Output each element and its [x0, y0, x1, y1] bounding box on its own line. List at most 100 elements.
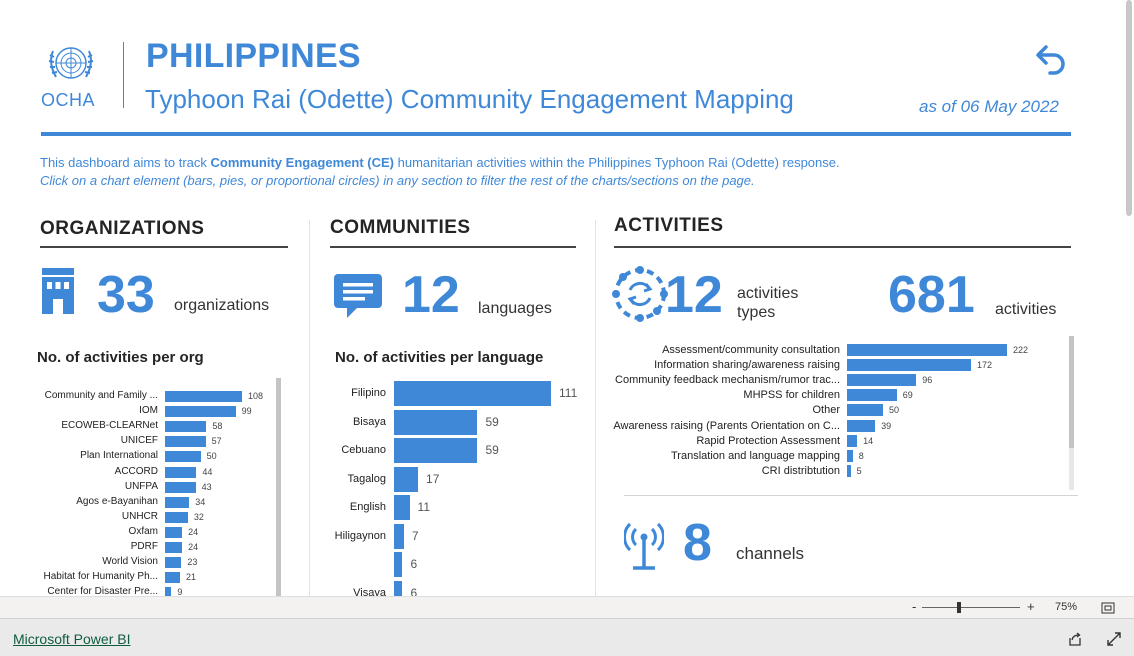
- bar-label[interactable]: Tagalog: [347, 473, 386, 485]
- bar[interactable]: [165, 526, 183, 538]
- bar-label[interactable]: Information sharing/awareness raising: [654, 359, 840, 371]
- bar[interactable]: [394, 495, 410, 520]
- bar-value-label: 222: [1013, 345, 1029, 355]
- bar-label[interactable]: Agos e-Bayanihan: [76, 496, 158, 507]
- bar[interactable]: [165, 391, 242, 402]
- bar-label[interactable]: Translation and language mapping: [671, 450, 840, 462]
- description-text: This dashboard aims to track: [40, 155, 211, 170]
- bar[interactable]: [165, 557, 182, 569]
- organizations-title-rule: [40, 246, 288, 248]
- bar[interactable]: [165, 481, 196, 493]
- zoom-in-button[interactable]: +: [1027, 599, 1035, 614]
- bar-value-label: 5: [856, 465, 862, 476]
- bar-value-label: 58: [212, 421, 223, 432]
- bar-label[interactable]: Center for Disaster Pre...: [47, 586, 158, 596]
- bar[interactable]: [847, 374, 917, 387]
- bar-label[interactable]: World Vision: [102, 556, 158, 567]
- header-divider: [123, 42, 124, 108]
- header-rule: [41, 132, 1071, 136]
- language-bar-chart[interactable]: Filipino 111 Bisaya 59 Cebuano 59 Tagalog 17 Eng…: [300, 380, 595, 596]
- bar[interactable]: [847, 419, 876, 432]
- bar-label[interactable]: MHPSS for children: [743, 389, 840, 401]
- bar[interactable]: [165, 496, 190, 508]
- bar-label[interactable]: Cebuano: [341, 444, 386, 456]
- zoom-out-button[interactable]: -: [912, 599, 916, 614]
- bar-label[interactable]: Visaya: [353, 587, 386, 597]
- bar-label[interactable]: Hiligaynon: [335, 530, 386, 542]
- bar-value-label: 21: [185, 572, 196, 583]
- zoom-bar: - + 75%: [0, 596, 1134, 619]
- back-button[interactable]: [1034, 42, 1070, 78]
- bar[interactable]: [394, 381, 551, 406]
- bar[interactable]: [165, 436, 206, 448]
- bar-label[interactable]: Filipino: [351, 387, 386, 399]
- bar[interactable]: [165, 466, 197, 478]
- org-bar-chart[interactable]: Community and Family ... 108 IOM 99 ECOWEB-C…: [0, 388, 300, 596]
- description-line-1: This dashboard aims to track Community E…: [40, 155, 840, 170]
- bar-label[interactable]: Assessment/community consultation: [662, 344, 840, 356]
- bar-label[interactable]: Rapid Protection Assessment: [696, 435, 840, 447]
- bar-label[interactable]: Community and Family ...: [45, 390, 158, 401]
- bar-label[interactable]: ECOWEB-CLEARNet: [61, 420, 158, 431]
- bar[interactable]: [165, 572, 180, 584]
- bar[interactable]: [165, 406, 236, 418]
- bar[interactable]: [165, 511, 188, 523]
- bar-value-label: 14: [863, 435, 874, 446]
- bar[interactable]: [394, 438, 478, 463]
- bar-value-label: 57: [211, 436, 222, 447]
- bar[interactable]: [394, 466, 419, 492]
- bar[interactable]: [165, 451, 201, 463]
- bar-label[interactable]: CRI distribtution: [762, 465, 840, 477]
- expand-icon: [1107, 632, 1121, 646]
- bar[interactable]: [165, 542, 183, 553]
- page-subtitle: Typhoon Rai (Odette) Community Engagemen…: [145, 84, 794, 114]
- bar-label[interactable]: PDRF: [131, 541, 158, 552]
- bar-label[interactable]: English: [350, 501, 386, 513]
- bar[interactable]: [847, 464, 851, 477]
- page-scrollbar[interactable]: [1126, 0, 1132, 216]
- bar-label[interactable]: IOM: [139, 405, 158, 416]
- bar[interactable]: [847, 389, 897, 402]
- bar[interactable]: [847, 404, 884, 417]
- bar-label[interactable]: ACCORD: [115, 466, 158, 477]
- bar[interactable]: [165, 421, 207, 433]
- bar-label[interactable]: Awareness raising (Parents Orientation o…: [613, 420, 840, 432]
- fullscreen-button[interactable]: [1106, 631, 1122, 647]
- bar-label[interactable]: UNHCR: [122, 511, 158, 522]
- bar-label[interactable]: Other: [812, 404, 840, 416]
- bar[interactable]: [847, 344, 1007, 356]
- bar-label[interactable]: UNFPA: [125, 481, 158, 492]
- bar-label[interactable]: Habitat for Humanity Ph...: [44, 571, 159, 582]
- fit-to-page-button[interactable]: [1101, 601, 1115, 614]
- bar[interactable]: [847, 449, 853, 462]
- zoom-slider[interactable]: [922, 602, 1020, 613]
- bar-value-label: 23: [187, 557, 198, 568]
- bar[interactable]: [847, 434, 858, 447]
- bar-label[interactable]: UNICEF: [121, 435, 158, 446]
- bar-label[interactable]: Plan International: [80, 450, 158, 461]
- activities-total-count: 681: [888, 266, 975, 324]
- bar[interactable]: [165, 587, 172, 596]
- bar[interactable]: [394, 523, 404, 549]
- org-chart-scrollbar[interactable]: [276, 378, 281, 596]
- powerbi-link[interactable]: Microsoft Power BI: [13, 631, 130, 647]
- bar[interactable]: [847, 359, 971, 372]
- activity-chart-scrollbar[interactable]: [1069, 336, 1074, 448]
- bar[interactable]: [394, 580, 403, 596]
- bar-value-label: 50: [889, 405, 900, 416]
- bar[interactable]: [394, 409, 478, 435]
- bar-value-label: 99: [241, 406, 252, 417]
- bar-label[interactable]: Oxfam: [129, 526, 158, 537]
- activity-types-bar-chart[interactable]: Assessment/community consultation 222 Info…: [600, 343, 1070, 483]
- org-chart-title: No. of activities per org: [37, 349, 204, 366]
- activity-types-count: 12: [665, 266, 723, 324]
- bar-label[interactable]: Bisaya: [353, 416, 386, 428]
- bar-label[interactable]: Community feedback mechanism/rumor trac.…: [615, 374, 840, 386]
- description-line-2: Click on a chart element (bars, pies, or…: [40, 173, 755, 188]
- zoom-slider-thumb[interactable]: [957, 602, 961, 613]
- bar-value-label: 32: [193, 511, 204, 522]
- bar[interactable]: [394, 552, 403, 577]
- organizations-section-title: ORGANIZATIONS: [40, 218, 205, 239]
- channels-count: 8: [683, 514, 712, 572]
- share-button[interactable]: [1067, 631, 1083, 647]
